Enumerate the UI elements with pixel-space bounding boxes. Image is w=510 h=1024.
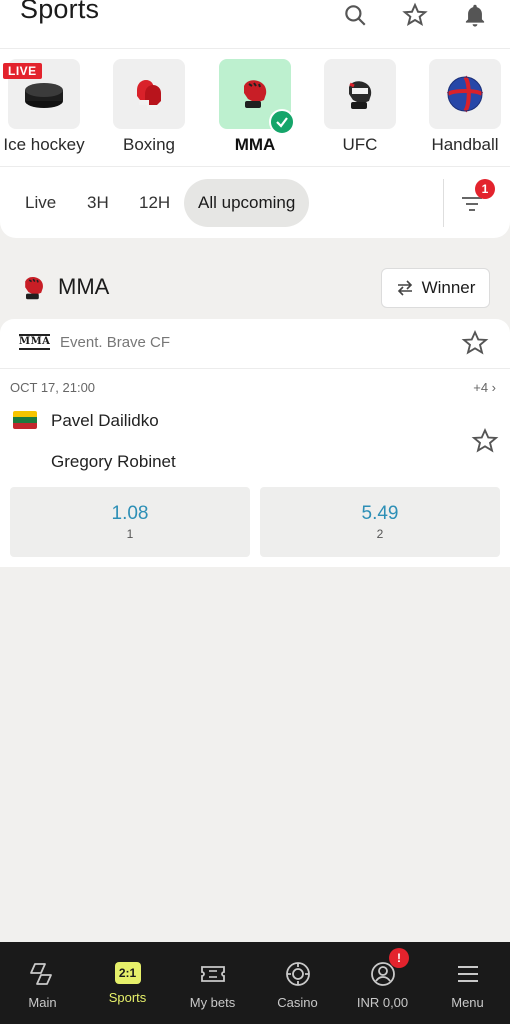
- sport-item-boxing[interactable]: Boxing: [99, 59, 199, 155]
- odds-value: 1.08: [111, 503, 149, 524]
- top-header: Sports: [0, 0, 510, 48]
- boxing-gloves-icon: [137, 80, 161, 110]
- sport-label: Boxing: [123, 135, 175, 154]
- main-layers-icon: [29, 963, 52, 985]
- odds-value: 5.49: [361, 503, 399, 524]
- nav-casino[interactable]: Casino: [255, 942, 340, 1024]
- live-badge: LIVE: [3, 63, 42, 79]
- section-header: MMA Winner: [0, 264, 510, 312]
- account-alert-badge: !: [389, 948, 409, 968]
- more-markets-link[interactable]: +4 ›: [473, 380, 496, 395]
- nav-label: INR 0,00: [356, 995, 409, 1010]
- hamburger-menu-icon: [457, 966, 478, 982]
- handball-icon: [446, 75, 484, 113]
- sport-label: Handball: [431, 135, 499, 154]
- sport-tile: [113, 59, 185, 129]
- section-title: MMA: [58, 274, 110, 299]
- sport-label: UFC: [342, 135, 378, 154]
- favorite-league-star-icon[interactable]: [461, 329, 489, 357]
- league-row[interactable]: MMA Event. Brave CF: [0, 319, 510, 369]
- market-selector-button[interactable]: Winner: [381, 268, 490, 308]
- league-logo: MMA: [19, 334, 51, 350]
- page-title: Sports: [20, 0, 100, 24]
- nav-label: My bets: [189, 995, 236, 1010]
- hockey-puck-icon: [25, 83, 63, 108]
- filter-chip-3h[interactable]: 3H: [73, 179, 123, 227]
- bottom-navigation: Main 2:1 Sports My bets Casino ! INR 0,0…: [0, 942, 510, 1024]
- nav-sports[interactable]: 2:1 Sports: [85, 942, 170, 1024]
- odds-button-1[interactable]: 1.08 1: [10, 487, 250, 557]
- sport-item-mma[interactable]: MMA: [205, 59, 305, 155]
- nav-main[interactable]: Main: [0, 942, 85, 1024]
- odds-label: 1: [126, 527, 134, 541]
- odds-label: 2: [376, 527, 384, 541]
- lithuania-flag-icon: [13, 411, 37, 429]
- ticket-icon: [200, 966, 225, 982]
- odds-button-2[interactable]: 5.49 2: [260, 487, 500, 557]
- sport-tile: [429, 59, 501, 129]
- ufc-glove-icon: [349, 81, 372, 109]
- sport-tile: LIVE: [3, 59, 80, 129]
- team-2-name: Gregory Robinet: [51, 452, 176, 471]
- nav-label: Menu: [451, 995, 484, 1010]
- filter-chip-12h[interactable]: 12H: [125, 179, 184, 227]
- sport-item-handball[interactable]: Handball: [415, 59, 510, 155]
- nav-label: Sports: [108, 990, 147, 1005]
- filter-chip-all-upcoming[interactable]: All upcoming: [184, 179, 310, 227]
- filter-count-badge: 1: [475, 179, 495, 199]
- bell-icon[interactable]: [460, 0, 490, 30]
- search-icon[interactable]: [340, 0, 370, 30]
- nav-account[interactable]: ! INR 0,00: [340, 942, 425, 1024]
- nav-menu[interactable]: Menu: [425, 942, 510, 1024]
- swap-arrows-icon: [397, 280, 412, 296]
- favorite-match-star-icon[interactable]: [471, 427, 499, 455]
- mma-glove-icon: [244, 80, 267, 108]
- nav-label: Casino: [277, 995, 318, 1010]
- match-time: OCT 17, 21:00: [10, 380, 96, 395]
- sport-item-ice-hockey[interactable]: LIVE Ice hockey: [0, 59, 94, 155]
- sports-carousel: LIVE Ice hockey Boxing MMA UFC Handball: [0, 48, 510, 166]
- sport-label: Ice hockey: [3, 135, 85, 154]
- sport-tile: [324, 59, 396, 129]
- sport-label: MMA: [234, 135, 276, 154]
- scoreboard-icon: 2:1: [114, 962, 141, 984]
- filter-chip-live[interactable]: Live: [11, 179, 70, 227]
- league-name: Event. Brave CF: [60, 334, 171, 351]
- sport-tile-selected: [219, 59, 295, 135]
- nav-label: Main: [28, 995, 57, 1010]
- casino-chip-icon: [285, 962, 310, 986]
- nav-my-bets[interactable]: My bets: [170, 942, 255, 1024]
- divider: [443, 179, 444, 227]
- event-card: MMA Event. Brave CF OCT 17, 21:00 +4 › P…: [0, 319, 510, 567]
- mma-glove-icon: [25, 276, 43, 300]
- favorites-star-icon[interactable]: [400, 0, 430, 30]
- market-selector-label: Winner: [421, 278, 476, 297]
- sport-item-ufc[interactable]: UFC: [310, 59, 410, 155]
- time-filter-bar: Live 3H 12H All upcoming 1: [0, 166, 510, 238]
- team-1-name: Pavel Dailidko: [51, 411, 159, 430]
- selected-check-icon: [269, 109, 295, 135]
